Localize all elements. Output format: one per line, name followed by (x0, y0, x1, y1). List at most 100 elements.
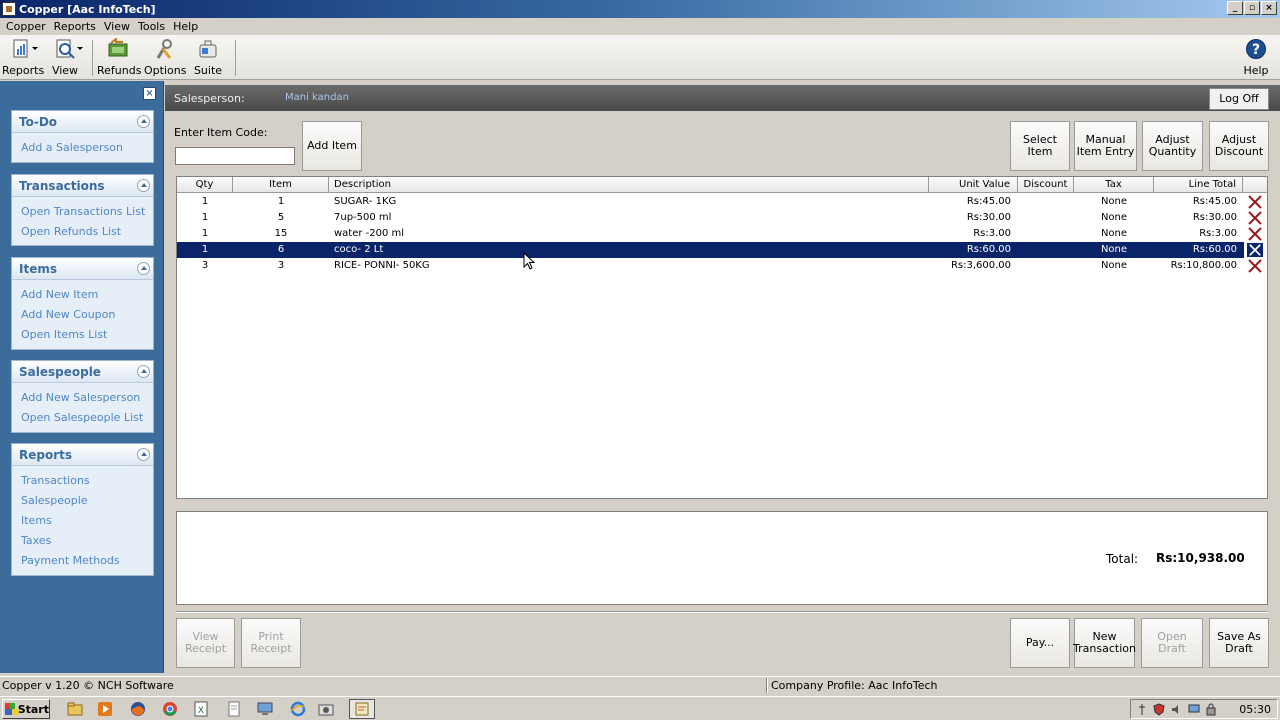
delete-row-icon[interactable] (1246, 242, 1264, 258)
delete-row-icon[interactable] (1246, 210, 1264, 226)
table-row[interactable]: 3 3 RICE- PONNI- 50KG Rs:3,600.00 None R… (177, 258, 1244, 274)
transactions-group: Transactions Open Transactions List Open… (11, 174, 154, 246)
delete-row-icon[interactable] (1246, 258, 1264, 274)
delete-row-icon[interactable] (1246, 194, 1264, 210)
menu-reports[interactable]: Reports (50, 20, 100, 33)
view-toolbar-button[interactable]: View (48, 38, 82, 78)
add-new-salesperson-link[interactable]: Add New Salesperson (12, 388, 153, 408)
print-receipt-button[interactable]: Print Receipt (241, 618, 301, 668)
menu-tools[interactable]: Tools (134, 20, 169, 33)
open-draft-button[interactable]: Open Draft (1141, 618, 1203, 668)
delete-row-icon[interactable] (1246, 226, 1264, 242)
collapse-icon[interactable] (137, 365, 150, 378)
network-icon[interactable] (1188, 703, 1200, 716)
save-as-draft-button[interactable]: Save As Draft (1209, 618, 1269, 668)
open-refunds-list-link[interactable]: Open Refunds List (12, 222, 153, 242)
restore-button[interactable]: ▫ (1244, 1, 1260, 15)
cell-tax: None (1100, 212, 1128, 223)
col-unit-value-header[interactable]: Unit Value (929, 177, 1018, 193)
col-item-header[interactable]: Item (233, 177, 329, 193)
report-transactions-link[interactable]: Transactions (12, 471, 153, 491)
taskbar: Start X 05:30 (0, 696, 1280, 720)
chrome-icon[interactable] (162, 701, 178, 717)
refunds-toolbar-button[interactable]: Refunds (97, 36, 141, 78)
pay-button[interactable]: Pay... (1010, 618, 1070, 668)
close-button[interactable]: × (1261, 1, 1277, 15)
col-line-total-header[interactable]: Line Total (1154, 177, 1243, 193)
excel-icon[interactable]: X (193, 701, 209, 717)
options-toolbar-button[interactable]: Options (144, 38, 186, 78)
monitor-icon[interactable] (257, 701, 273, 717)
collapse-icon[interactable] (137, 448, 150, 461)
col-discount-header[interactable]: Discount (1018, 177, 1074, 193)
app-icon (2, 2, 16, 16)
col-qty-header[interactable]: Qty (177, 177, 233, 193)
item-code-input[interactable] (175, 147, 295, 165)
adjust-discount-button[interactable]: Adjust Discount (1209, 121, 1269, 171)
collapse-icon[interactable] (137, 115, 150, 128)
camera-icon[interactable] (318, 701, 334, 717)
open-salespeople-list-link[interactable]: Open Salespeople List (12, 408, 153, 428)
internet-explorer-icon[interactable] (290, 701, 306, 717)
salespeople-group-header[interactable]: Salespeople (12, 361, 153, 383)
view-dropdown-icon[interactable] (77, 47, 83, 50)
help-toolbar-button[interactable]: ? Help (1240, 38, 1272, 78)
reports-dropdown-icon[interactable] (32, 47, 38, 50)
items-group-header[interactable]: Items (12, 258, 153, 280)
view-receipt-button[interactable]: View Receipt (176, 618, 235, 668)
security-icon[interactable] (1205, 703, 1217, 716)
menu-copper[interactable]: Copper (2, 20, 50, 33)
media-player-icon[interactable] (97, 701, 113, 717)
window-title: Copper [Aac InfoTech] (19, 2, 156, 16)
table-row[interactable]: 1 15 water -200 ml Rs:3.00 None Rs:3.00 (177, 226, 1244, 242)
cell-tax: None (1100, 260, 1128, 271)
open-transactions-list-link[interactable]: Open Transactions List (12, 202, 153, 222)
volume-icon[interactable] (1171, 703, 1183, 716)
shield-icon[interactable] (1153, 703, 1165, 716)
table-row[interactable]: 1 1 SUGAR- 1KG Rs:45.00 None Rs:45.00 (177, 194, 1244, 210)
add-item-button[interactable]: Add Item (302, 121, 362, 171)
add-new-item-link[interactable]: Add New Item (12, 285, 153, 305)
manual-item-entry-button[interactable]: Manual Item Entry (1074, 121, 1137, 171)
menu-help[interactable]: Help (169, 20, 202, 33)
folder-icon[interactable] (67, 701, 83, 717)
transactions-group-header[interactable]: Transactions (12, 175, 153, 197)
select-item-button[interactable]: Select Item (1010, 121, 1070, 171)
clock[interactable]: 05:30 (1239, 703, 1271, 716)
report-taxes-link[interactable]: Taxes (12, 531, 153, 551)
new-transaction-label-2: Transaction (1073, 642, 1136, 655)
report-salespeople-link[interactable]: Salespeople (12, 491, 153, 511)
suite-toolbar-button[interactable]: Suite (190, 38, 226, 78)
reports-group-header[interactable]: Reports (12, 444, 153, 466)
log-off-button[interactable]: Log Off (1209, 88, 1269, 110)
table-row[interactable]: 1 5 7up-500 ml Rs:30.00 None Rs:30.00 (177, 210, 1244, 226)
collapse-icon[interactable] (137, 262, 150, 275)
todo-group-header[interactable]: To-Do (12, 111, 153, 133)
minimize-button[interactable]: _ (1227, 1, 1243, 15)
cell-unit-value: Rs:3.00 (973, 228, 1011, 239)
add-salesperson-link[interactable]: Add a Salesperson (12, 138, 153, 158)
pin-icon[interactable] (1136, 703, 1148, 716)
menu-view[interactable]: View (100, 20, 134, 33)
copper-taskbar-icon[interactable] (349, 699, 375, 719)
salespeople-group-title: Salespeople (19, 364, 101, 379)
document-icon[interactable] (226, 701, 242, 717)
report-payment-methods-link[interactable]: Payment Methods (12, 551, 153, 571)
reports-toolbar-button[interactable]: Reports (2, 38, 44, 78)
report-items-link[interactable]: Items (12, 511, 153, 531)
start-button[interactable]: Start (2, 699, 50, 719)
firefox-icon[interactable] (130, 701, 146, 717)
view-label: View (51, 64, 79, 77)
collapse-icon[interactable] (137, 179, 150, 192)
add-new-coupon-link[interactable]: Add New Coupon (12, 305, 153, 325)
new-transaction-button[interactable]: New Transaction (1073, 618, 1136, 668)
adjust-discount-label-2: Discount (1214, 145, 1264, 158)
col-tax-header[interactable]: Tax (1074, 177, 1154, 193)
table-row-selected[interactable]: 1 6 coco- 2 Lt Rs:60.00 None Rs:60.00 (177, 242, 1244, 258)
adjust-quantity-button[interactable]: Adjust Quantity (1142, 121, 1203, 171)
sidebar-close-icon[interactable]: × (143, 87, 156, 100)
transactions-group-title: Transactions (19, 178, 105, 193)
col-description-header[interactable]: Description (329, 177, 929, 193)
reports-group: Reports Transactions Salespeople Items T… (11, 443, 154, 576)
open-items-list-link[interactable]: Open Items List (12, 325, 153, 345)
